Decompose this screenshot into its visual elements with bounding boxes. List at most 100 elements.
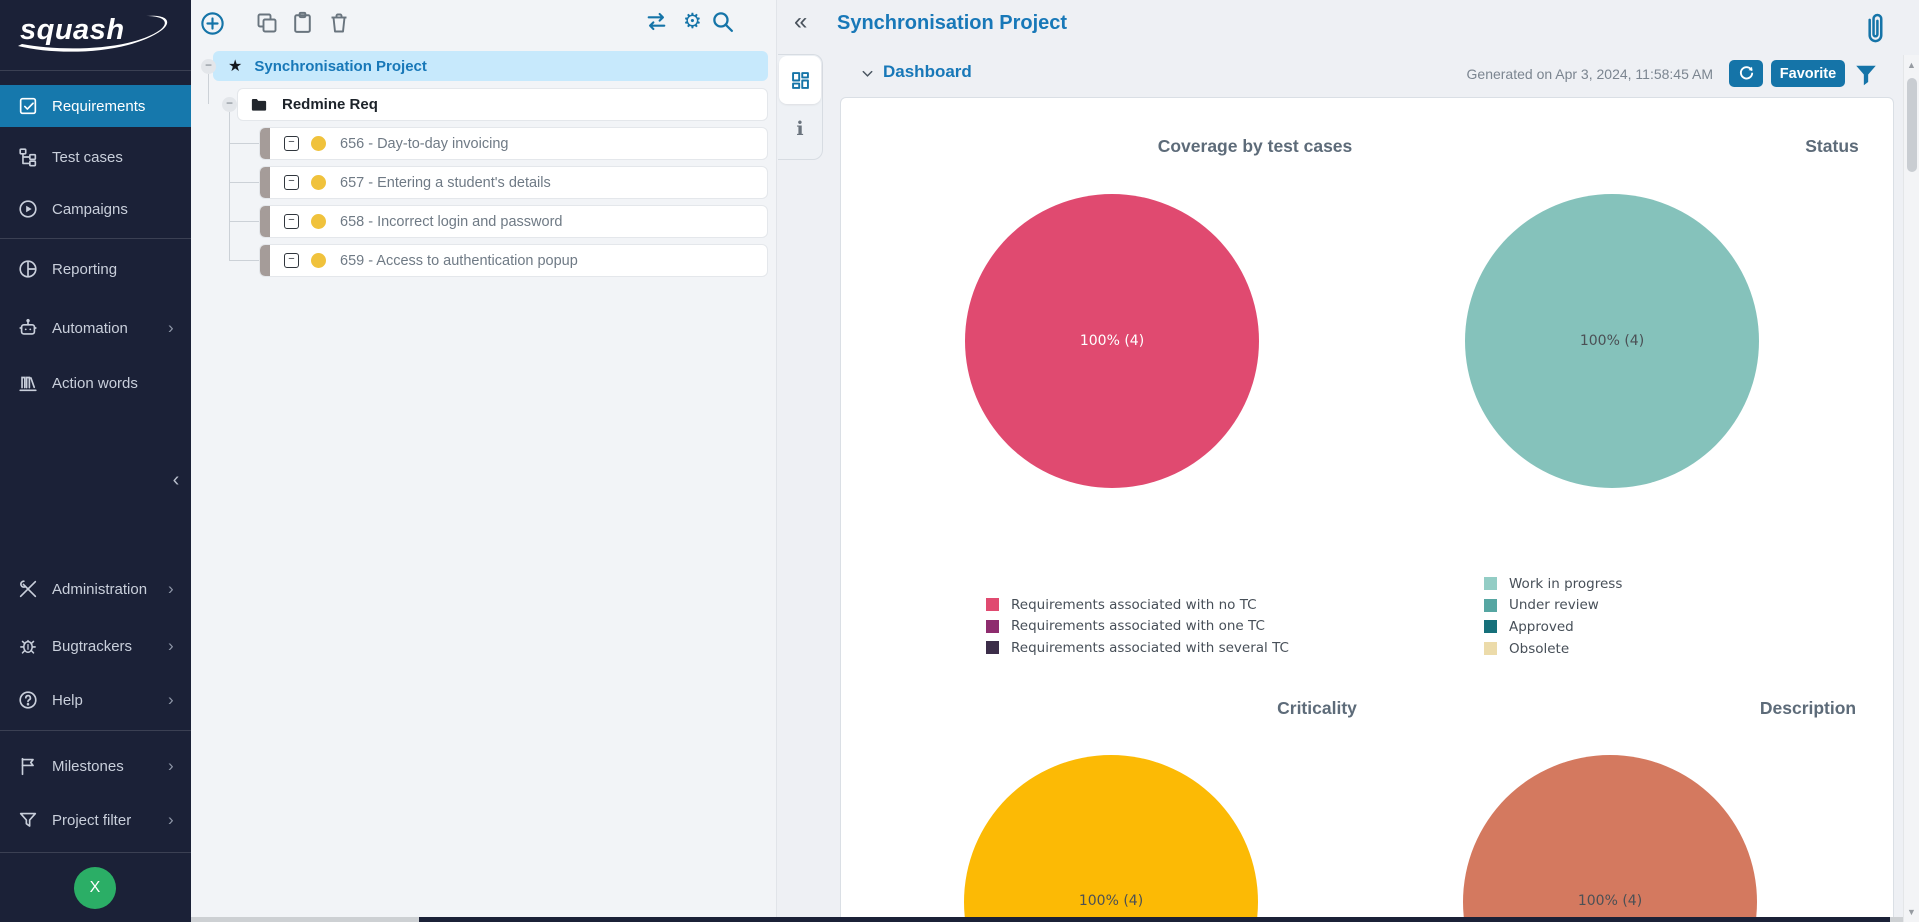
- tree-node-requirement[interactable]: − 657 - Entering a student's details: [259, 166, 768, 199]
- refresh-icon: [1738, 65, 1755, 82]
- tree-node-folder[interactable]: Redmine Req: [237, 88, 768, 121]
- legend-row: Work in progress: [1484, 573, 1622, 595]
- requirement-color-bar: [260, 244, 270, 277]
- dashboard-grid-icon: [790, 70, 811, 91]
- add-button[interactable]: [199, 10, 226, 37]
- legend-row: Requirements associated with one TC: [986, 616, 1289, 638]
- robot-icon: [17, 317, 39, 339]
- tools-icon: [17, 578, 39, 600]
- tree-connector: [229, 221, 259, 222]
- attachment-icon[interactable]: [1861, 10, 1888, 49]
- chart-title-criticality: Criticality: [1277, 698, 1357, 719]
- horizontal-scrollbar[interactable]: [191, 917, 1903, 922]
- tree-node-project[interactable]: ★ Synchronisation Project: [213, 51, 768, 81]
- sidebar-item-project-filter[interactable]: Project filter ›: [0, 799, 191, 841]
- refresh-button[interactable]: [1729, 60, 1763, 87]
- sidebar-divider: [0, 730, 191, 731]
- legend-swatch: [1484, 599, 1497, 612]
- sidebar-item-label: Help: [52, 692, 83, 709]
- sidebar-divider: [0, 852, 191, 853]
- tree-node-requirement[interactable]: − 659 - Access to authentication popup: [259, 244, 768, 277]
- chevron-right-icon: ›: [168, 318, 174, 338]
- requirement-mode-icon: −: [284, 175, 299, 190]
- sidebar-item-bugtrackers[interactable]: Bugtrackers ›: [0, 625, 191, 667]
- checkbox-icon: [17, 95, 39, 117]
- status-dot-icon: [311, 175, 326, 190]
- tree-connector: [229, 182, 259, 183]
- legend-row: Requirements associated with several TC: [986, 637, 1289, 659]
- requirement-label: 657 - Entering a student's details: [340, 175, 551, 191]
- sidebar-item-reporting[interactable]: Reporting: [0, 248, 191, 290]
- settings-gear-icon[interactable]: ⚙: [683, 9, 702, 34]
- tree-connector: [229, 260, 259, 261]
- sidebar-item-help[interactable]: Help ›: [0, 679, 191, 721]
- squash-app-window: squash Requirements Test cases Campaigns: [0, 0, 1919, 922]
- sidebar-item-administration[interactable]: Administration ›: [0, 568, 191, 610]
- sidebar-item-label: Project filter: [52, 812, 131, 829]
- sidebar-item-label: Campaigns: [52, 201, 128, 218]
- requirement-color-bar: [260, 166, 270, 199]
- tree-connector: [229, 143, 259, 144]
- main-tabstrip: i: [778, 54, 823, 160]
- scroll-down-icon[interactable]: ▼: [1904, 907, 1919, 917]
- sidebar-item-action-words[interactable]: Action words: [0, 362, 191, 404]
- project-label: Synchronisation Project: [254, 58, 427, 75]
- sidebar-item-label: Requirements: [52, 98, 145, 115]
- sidebar-item-test-cases[interactable]: Test cases: [0, 136, 191, 178]
- flag-icon: [17, 755, 39, 777]
- status-dot-icon: [311, 253, 326, 268]
- search-icon[interactable]: [710, 9, 735, 34]
- tab-dashboard[interactable]: [779, 56, 821, 104]
- legend-label: Requirements associated with several TC: [1011, 640, 1289, 656]
- generated-timestamp: Generated on Apr 3, 2024, 11:58:45 AM: [1467, 66, 1713, 82]
- collapse-panel-icon[interactable]: «: [794, 8, 807, 36]
- section-title-dashboard[interactable]: Dashboard: [883, 62, 972, 82]
- sidebar-collapse-chevron[interactable]: ‹: [164, 467, 188, 493]
- chevron-right-icon: ›: [168, 756, 174, 776]
- status-dot-icon: [311, 214, 326, 229]
- legend-label: Requirements associated with no TC: [1011, 597, 1257, 613]
- legend-swatch: [1484, 577, 1497, 590]
- legend-row: Under review: [1484, 595, 1622, 617]
- tree-node-requirement[interactable]: − 656 - Day-to-day invoicing: [259, 127, 768, 160]
- sidebar-divider: [0, 238, 191, 239]
- vertical-scrollbar-thumb[interactable]: [1907, 78, 1917, 172]
- sidebar-divider: [0, 70, 191, 71]
- scroll-up-icon[interactable]: ▲: [1904, 60, 1919, 70]
- paste-icon[interactable]: [290, 10, 315, 35]
- filter-funnel-icon[interactable]: [1853, 62, 1879, 88]
- folder-icon: [250, 96, 268, 114]
- chart-title-description: Description: [1760, 698, 1856, 719]
- tree-connector: [229, 112, 230, 261]
- sidebar-item-label: Action words: [52, 375, 138, 392]
- sidebar-item-requirements[interactable]: Requirements: [0, 85, 191, 127]
- section-chevron-down-icon[interactable]: [860, 66, 875, 81]
- collapse-toggle[interactable]: −: [201, 59, 216, 74]
- legend-swatch: [1484, 620, 1497, 633]
- chevron-right-icon: ›: [168, 690, 174, 710]
- horizontal-scrollbar-thumb[interactable]: [419, 917, 1890, 922]
- pie-coverage-label: 100% (4): [1080, 333, 1144, 349]
- tab-information[interactable]: i: [779, 107, 821, 151]
- squash-logo[interactable]: squash: [14, 6, 179, 58]
- favorite-button[interactable]: Favorite: [1771, 60, 1845, 87]
- vertical-scrollbar[interactable]: ▲ ▼: [1903, 55, 1919, 922]
- copy-icon[interactable]: [255, 11, 279, 35]
- requirement-label: 656 - Day-to-day invoicing: [340, 136, 508, 152]
- sidebar-item-milestones[interactable]: Milestones ›: [0, 745, 191, 787]
- sidebar-item-campaigns[interactable]: Campaigns: [0, 188, 191, 230]
- pie-criticality-label: 100% (4): [1079, 893, 1143, 909]
- delete-icon[interactable]: [327, 11, 351, 35]
- chart-title-coverage: Coverage by test cases: [1158, 136, 1353, 157]
- pie-status-label: 100% (4): [1580, 333, 1644, 349]
- play-circle-icon: [17, 198, 39, 220]
- status-dot-icon: [311, 136, 326, 151]
- sidebar-item-automation[interactable]: Automation ›: [0, 307, 191, 349]
- user-avatar[interactable]: X: [74, 867, 116, 909]
- legend-swatch: [986, 598, 999, 611]
- swap-panels-icon[interactable]: [644, 9, 669, 34]
- collapse-toggle[interactable]: −: [222, 97, 237, 112]
- tree-node-requirement[interactable]: − 658 - Incorrect login and password: [259, 205, 768, 238]
- funnel-icon: [17, 809, 39, 831]
- legend-swatch: [986, 641, 999, 654]
